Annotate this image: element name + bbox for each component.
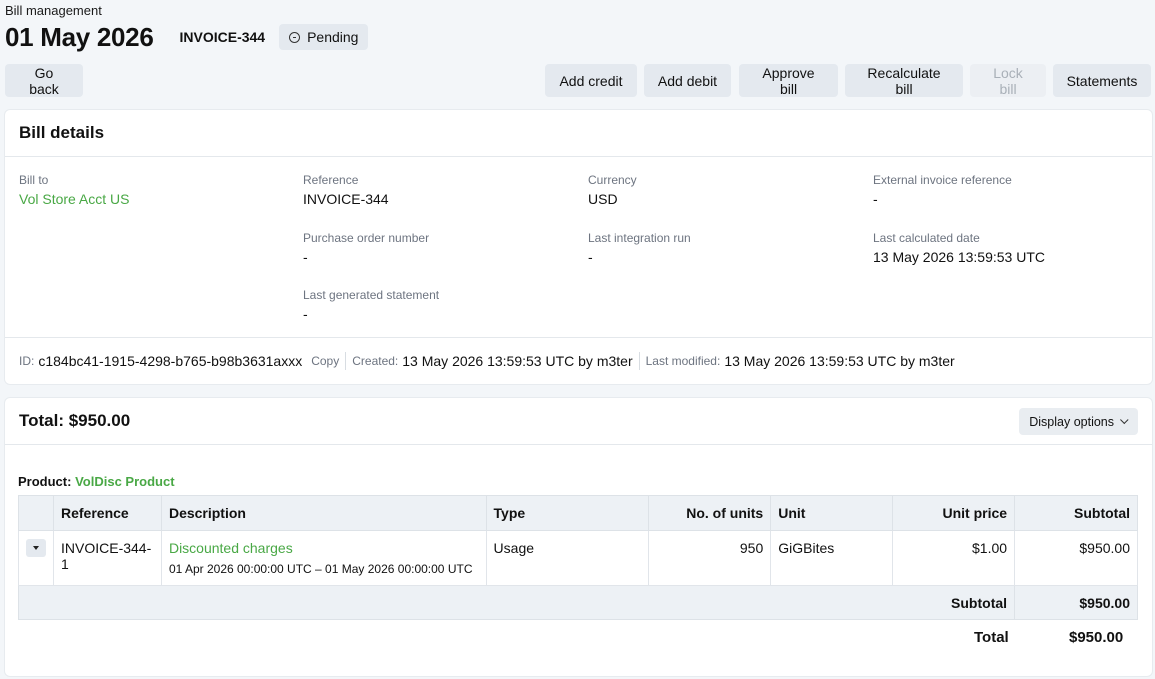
reference-value: INVOICE-344 bbox=[303, 191, 389, 207]
last-statement-value: - bbox=[303, 306, 308, 322]
subtotal-value: $950.00 bbox=[1014, 585, 1138, 620]
go-back-button[interactable]: Go back bbox=[5, 64, 83, 97]
expand-row-button[interactable] bbox=[26, 539, 46, 557]
id-label: ID: bbox=[19, 354, 35, 368]
modified-label: Last modified: bbox=[645, 354, 721, 368]
subtotal-cell: $950.00 bbox=[1014, 530, 1138, 586]
column-header: Reference bbox=[53, 495, 162, 531]
column-header: Description bbox=[160, 495, 487, 531]
subtotal-spacer bbox=[17, 585, 893, 620]
currency-field: Currency USD bbox=[588, 173, 637, 207]
caret-down-icon bbox=[33, 546, 39, 550]
column-header: Type bbox=[485, 495, 650, 531]
bill-details-title: Bill details bbox=[19, 123, 105, 142]
display-options-button[interactable]: Display options bbox=[1019, 408, 1138, 435]
type-cell: Usage bbox=[485, 530, 650, 586]
divider bbox=[638, 352, 640, 370]
status-badge: Pending bbox=[279, 24, 369, 50]
last-integration-label: Last integration run bbox=[588, 231, 691, 245]
lock-bill-button: Lock bill bbox=[970, 64, 1046, 97]
column-header: Subtotal bbox=[1014, 495, 1138, 531]
breadcrumb: Bill management bbox=[5, 3, 102, 18]
expand-column-header bbox=[18, 495, 54, 531]
bill-details-header: Bill details bbox=[5, 110, 1152, 157]
last-calculated-value: 13 May 2026 13:59:53 UTC bbox=[873, 249, 1045, 265]
bill-details-card: Bill details Bill to Vol Store Acct US R… bbox=[5, 110, 1152, 384]
description-link[interactable]: Discounted charges bbox=[169, 540, 479, 556]
unit-price-cell: $1.00 bbox=[892, 530, 1016, 586]
table-header-row: Reference Description Type No. of units … bbox=[18, 495, 1138, 531]
product-name-link[interactable]: VolDisc Product bbox=[75, 474, 174, 489]
last-calculated-label: Last calculated date bbox=[873, 231, 980, 245]
meta-row: ID: c184bc41-1915-4298-b765-b98b3631axxx… bbox=[5, 337, 1152, 384]
last-calculated-field: Last calculated date 13 May 2026 13:59:5… bbox=[873, 231, 1045, 265]
reference-field: Reference INVOICE-344 bbox=[303, 173, 389, 207]
chevron-down-icon bbox=[1120, 415, 1129, 424]
units-cell: 950 bbox=[648, 530, 772, 586]
add-debit-button[interactable]: Add debit bbox=[644, 64, 731, 97]
divider bbox=[345, 352, 347, 370]
bill-total-card: Total: $950.00 Display options Product: … bbox=[5, 398, 1152, 676]
approve-bill-button[interactable]: Approve bill bbox=[739, 64, 838, 97]
external-ref-field: External invoice reference - bbox=[873, 173, 1012, 207]
description-cell: Discounted charges 01 Apr 2026 00:00:00 … bbox=[160, 530, 487, 586]
bill-to-label: Bill to bbox=[19, 173, 49, 187]
add-credit-button[interactable]: Add credit bbox=[545, 64, 637, 97]
subtotal-row: Subtotal $950.00 bbox=[17, 585, 1138, 620]
reference-cell: INVOICE-344-1 bbox=[53, 530, 162, 586]
title-row: 01 May 2026 INVOICE-344 Pending bbox=[5, 21, 369, 52]
id-value: c184bc41-1915-4298-b765-b98b3631axxx bbox=[38, 353, 303, 369]
invoice-id: INVOICE-344 bbox=[179, 29, 266, 45]
last-statement-label: Last generated statement bbox=[303, 288, 440, 302]
modified-value: 13 May 2026 13:59:53 UTC by m3ter bbox=[724, 353, 955, 369]
product-label: Product: bbox=[18, 474, 72, 489]
currency-value: USD bbox=[588, 191, 618, 207]
bill-total-title: Total: $950.00 bbox=[19, 411, 131, 430]
line-items-table: Reference Description Type No. of units … bbox=[17, 495, 1138, 620]
po-field: Purchase order number - bbox=[303, 231, 429, 265]
clock-icon bbox=[289, 31, 301, 43]
page-title: 01 May 2026 bbox=[5, 21, 154, 52]
statements-button[interactable]: Statements bbox=[1053, 64, 1151, 97]
subtotal-label: Subtotal bbox=[892, 585, 1016, 620]
recalculate-bill-button[interactable]: Recalculate bill bbox=[845, 64, 963, 97]
total-value: $950.00 bbox=[1069, 629, 1124, 646]
currency-label: Currency bbox=[588, 173, 637, 187]
external-ref-value: - bbox=[873, 191, 878, 207]
created-value: 13 May 2026 13:59:53 UTC by m3ter bbox=[402, 353, 633, 369]
product-line: Product: VolDisc Product bbox=[18, 474, 175, 489]
po-label: Purchase order number bbox=[303, 231, 430, 245]
status-label: Pending bbox=[307, 29, 359, 45]
bill-to-link[interactable]: Vol Store Acct US bbox=[19, 191, 130, 207]
last-integration-value: - bbox=[588, 249, 593, 265]
table-row: INVOICE-344-1 Discounted charges 01 Apr … bbox=[18, 530, 1138, 586]
external-ref-label: External invoice reference bbox=[873, 173, 1012, 187]
unit-cell: GiGBites bbox=[770, 530, 894, 586]
last-integration-field: Last integration run - bbox=[588, 231, 691, 265]
description-period: 01 Apr 2026 00:00:00 UTC – 01 May 2026 0… bbox=[168, 562, 473, 576]
display-options-label: Display options bbox=[1029, 414, 1114, 429]
po-value: - bbox=[303, 249, 308, 265]
column-header: Unit price bbox=[892, 495, 1016, 531]
column-header: Unit bbox=[770, 495, 894, 531]
last-statement-field: Last generated statement - bbox=[303, 288, 439, 322]
total-label: Total bbox=[974, 629, 1009, 646]
expand-cell bbox=[18, 530, 54, 586]
reference-label: Reference bbox=[303, 173, 359, 187]
created-label: Created: bbox=[352, 354, 399, 368]
bill-to-field: Bill to Vol Store Acct US bbox=[19, 173, 130, 207]
bill-total-header: Total: $950.00 bbox=[5, 398, 1152, 445]
copy-button[interactable]: Copy bbox=[311, 354, 339, 368]
column-header: No. of units bbox=[648, 495, 772, 531]
